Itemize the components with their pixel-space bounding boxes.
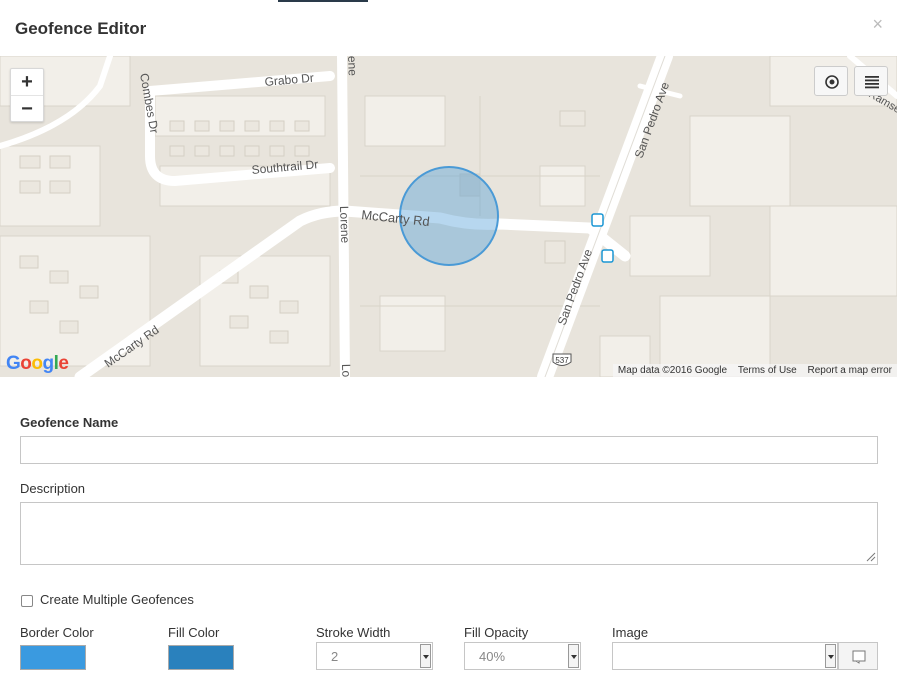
chevron-down-icon[interactable]	[568, 644, 579, 668]
fill-color-swatch[interactable]	[168, 645, 234, 670]
close-icon[interactable]: ×	[872, 14, 883, 34]
border-color-swatch[interactable]	[20, 645, 86, 670]
map-data-text: Map data ©2016 Google	[617, 365, 728, 376]
description-input[interactable]	[20, 502, 878, 565]
chevron-down-icon[interactable]	[420, 644, 431, 668]
street-label: Lorene	[337, 206, 352, 244]
stroke-width-value: 2	[331, 649, 339, 664]
fill-color-label: Fill Color	[168, 625, 220, 640]
zoom-controls: + −	[10, 68, 44, 122]
zoom-out-button[interactable]: −	[11, 95, 43, 121]
geofence-name-label: Geofence Name	[20, 415, 119, 430]
zoom-in-button[interactable]: +	[11, 69, 43, 95]
map-view[interactable]: Grabo Dr Combes Dr Southtrail Dr McCarty…	[0, 56, 897, 377]
modal-header: Geofence Editor ×	[0, 0, 897, 56]
route-shield: 537	[552, 353, 572, 366]
resize-grip-icon[interactable]	[866, 552, 876, 562]
image-select[interactable]	[612, 642, 838, 670]
border-color-label: Border Color	[20, 625, 94, 640]
image-picker-icon	[852, 650, 866, 664]
stroke-width-select[interactable]: 2	[316, 642, 433, 670]
image-label: Image	[612, 625, 649, 640]
fill-opacity-value: 40%	[479, 649, 506, 664]
chevron-down-icon[interactable]	[825, 644, 836, 668]
fill-opacity-label: Fill Opacity	[464, 625, 529, 640]
locate-button[interactable]	[814, 66, 848, 96]
map-attribution: Map data ©2016 Google Terms of Use Repor…	[612, 364, 897, 377]
street-label: Grabo Dr	[264, 71, 314, 89]
geofence-name-input[interactable]	[20, 436, 878, 464]
stroke-width-label: Stroke Width	[316, 625, 391, 640]
create-multiple-label: Create Multiple Geofences	[40, 592, 194, 607]
terms-of-use-link[interactable]: Terms of Use	[738, 365, 797, 376]
google-logo[interactable]: Google	[6, 353, 69, 375]
create-multiple-checkbox[interactable]	[21, 595, 33, 607]
layers-button[interactable]	[854, 66, 888, 96]
image-picker-button[interactable]	[838, 642, 878, 670]
description-label: Description	[20, 481, 86, 496]
street-label: Lorene	[339, 364, 354, 377]
street-label: ene	[345, 56, 360, 76]
report-map-error-link[interactable]: Report a map error	[808, 365, 892, 376]
layers-list-icon	[865, 76, 879, 89]
fill-opacity-select[interactable]: 40%	[464, 642, 581, 670]
map-tiles[interactable]: Grabo Dr Combes Dr Southtrail Dr McCarty…	[0, 56, 897, 377]
modal-title: Geofence Editor	[15, 19, 147, 38]
target-icon	[825, 75, 839, 89]
svg-text:537: 537	[555, 356, 569, 365]
